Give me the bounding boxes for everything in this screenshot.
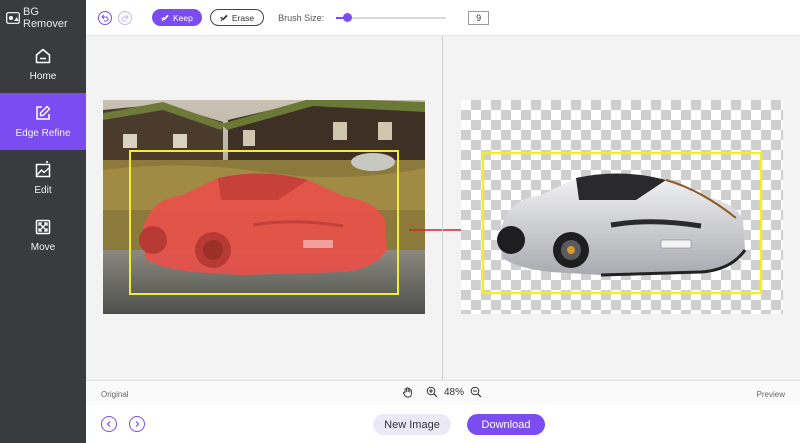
sidebar: BG Remover Home Edge Refine Edit Move: [0, 0, 86, 443]
sidebar-item-move[interactable]: Move: [0, 207, 86, 264]
preview-image[interactable]: [461, 100, 783, 314]
sidebar-item-label: Move: [30, 242, 56, 253]
editor-canvas: [86, 36, 800, 380]
app-logo-icon: [6, 12, 20, 24]
sidebar-item-label: Edge Refine: [15, 128, 71, 139]
toolbar: Keep Erase Brush Size: 9: [86, 0, 800, 36]
undo-icon: [101, 14, 109, 21]
zoom-out-icon[interactable]: [470, 386, 482, 398]
redo-icon: [121, 14, 129, 21]
zoom-in-icon[interactable]: [426, 386, 438, 398]
new-image-button[interactable]: New Image: [373, 414, 451, 435]
app-title: BG Remover: [23, 6, 68, 30]
keep-label: Keep: [173, 12, 193, 23]
undo-button[interactable]: [98, 10, 112, 25]
sidebar-item-edit[interactable]: Edit: [0, 150, 86, 207]
previous-button[interactable]: [101, 416, 117, 432]
chevron-right-icon: [135, 421, 140, 427]
sidebar-item-label: Edit: [34, 185, 52, 196]
bottom-bar: New Image Download: [86, 405, 800, 443]
sidebar-item-label: Home: [29, 71, 57, 82]
keep-button[interactable]: Keep: [152, 9, 202, 26]
chevron-left-icon: [106, 421, 111, 427]
original-image[interactable]: [103, 100, 425, 314]
status-bar: Original 48% Preview: [86, 380, 800, 405]
brush-erase-icon: [220, 14, 228, 21]
home-icon: [35, 48, 51, 64]
sidebar-item-edge-refine[interactable]: Edge Refine: [0, 93, 86, 150]
preview-car-drawing: [481, 151, 763, 295]
brush-size-slider-thumb[interactable]: [343, 13, 353, 22]
image-edit-icon: [35, 161, 51, 178]
sidebar-item-home[interactable]: Home: [0, 36, 86, 93]
redo-button[interactable]: [118, 10, 132, 25]
move-arrows-icon: [35, 219, 51, 235]
download-button[interactable]: Download: [467, 414, 545, 435]
app-title-bar: BG Remover: [0, 0, 86, 36]
next-button[interactable]: [129, 416, 145, 432]
hand-pan-icon[interactable]: [402, 386, 414, 398]
zoom-level: 48%: [444, 386, 465, 398]
erase-button[interactable]: Erase: [209, 9, 265, 26]
brush-keep-icon: [161, 14, 169, 21]
brush-size-label: Brush Size:: [278, 12, 325, 23]
brush-size-slider[interactable]: [336, 13, 447, 22]
edit-square-icon: [36, 105, 51, 120]
brush-size-value[interactable]: 9: [468, 10, 490, 25]
original-label: Original: [101, 390, 129, 399]
original-photo-drawing: [103, 100, 425, 314]
preview-label: Preview: [756, 390, 785, 399]
zoom-controls: 48%: [396, 386, 488, 398]
split-divider: [442, 36, 443, 380]
erase-label: Erase: [231, 12, 255, 23]
